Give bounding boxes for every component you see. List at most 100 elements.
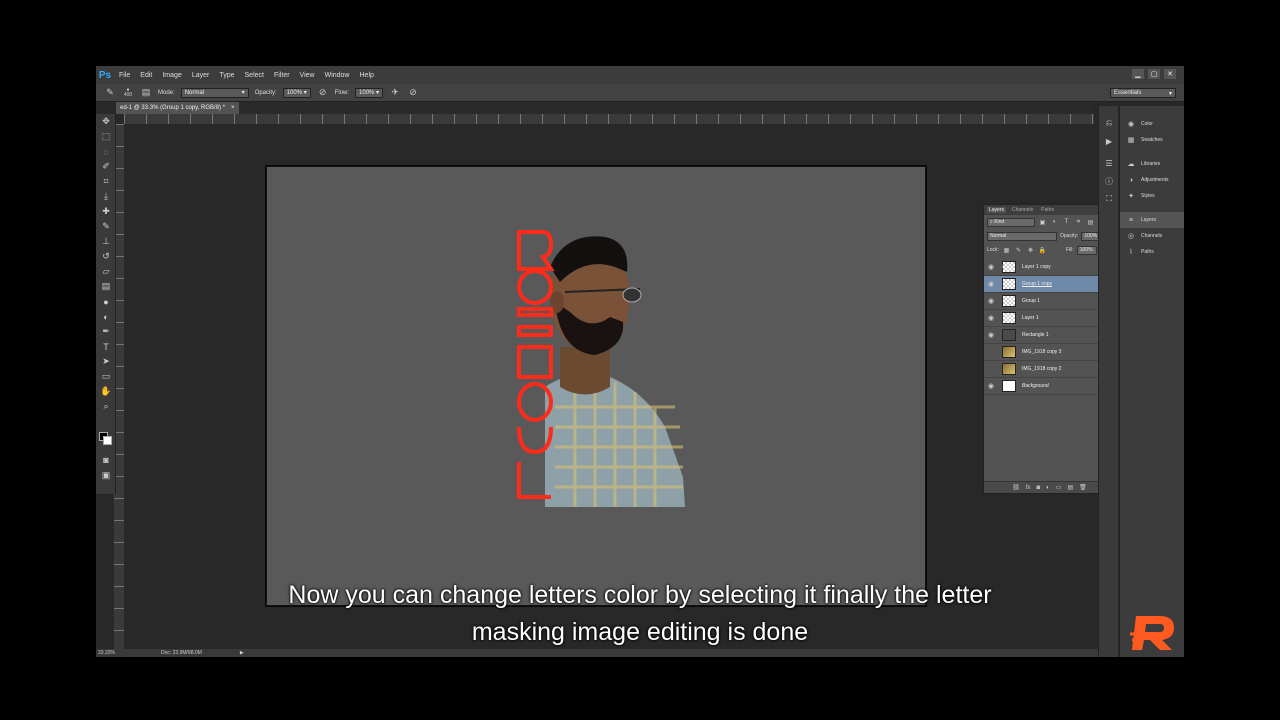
background-color-swatch[interactable] [103,436,112,445]
filter-shape-icon[interactable]: ⌗ [1074,218,1083,227]
zoom-tool-icon[interactable]: ⌕ [96,399,116,414]
airbrush-icon[interactable]: ✈ [389,87,401,99]
brush-tool-icon[interactable]: ✎ [104,87,116,99]
lock-pixels-icon[interactable]: ✎ [1014,246,1023,255]
lock-position-icon[interactable]: ✥ [1026,246,1035,255]
layer-filter-kind-select[interactable]: ⌕ Kind [987,217,1035,227]
menu-view[interactable]: View [295,72,320,79]
filter-smart-object-icon[interactable]: ▤ [1086,218,1095,227]
adjustment-layer-icon[interactable]: ◐ [1046,485,1050,491]
layer-name[interactable]: Layer 1 copy [1022,264,1051,270]
type-tool-icon[interactable]: T [96,339,116,354]
brush-preset-picker[interactable]: ● 400 [122,87,134,99]
blur-tool-icon[interactable]: ● [96,294,116,309]
trash-icon[interactable]: 🗑 [1079,484,1087,491]
eyedropper-tool-icon[interactable]: ⤓ [96,189,116,204]
layer-row[interactable]: ◉ IMG_1918 copy 2 [984,361,1115,378]
layer-thumbnail[interactable] [1002,261,1016,273]
menu-file[interactable]: File [114,72,135,79]
clone-stamp-tool-icon[interactable]: ⊥ [96,234,116,249]
layer-thumbnail[interactable] [1002,295,1016,307]
minimize-button[interactable]: ▁ [1132,69,1144,79]
dock-item-channels[interactable]: ◎ Channels [1120,228,1184,244]
menu-layer[interactable]: Layer [187,72,215,79]
fill-input[interactable]: 100% [1076,245,1097,255]
lasso-tool-icon[interactable]: ◌ [96,144,116,159]
layer-name[interactable]: IMG_1918 copy 3 [1022,349,1061,355]
hand-tool-icon[interactable]: ✋ [96,384,116,399]
layer-row[interactable]: ◉ IMG_1918 copy 3 [984,344,1115,361]
healing-brush-tool-icon[interactable]: ✚ [96,204,116,219]
pen-tool-icon[interactable]: ✒ [96,324,116,339]
link-layers-icon[interactable]: ⛓ [1012,484,1020,491]
lock-all-icon[interactable]: 🔒 [1038,246,1047,255]
visibility-eye-icon[interactable]: ◉ [984,280,998,288]
layer-name[interactable]: Rectangle 1 [1022,332,1049,338]
dock-item-styles[interactable]: ✦ Styles [1120,188,1184,204]
mode-select[interactable]: Normal ▾ [180,87,249,98]
menu-image[interactable]: Image [157,72,186,79]
document-canvas[interactable] [266,166,926,606]
visibility-eye-icon[interactable]: ◉ [984,365,998,373]
info-panel-icon[interactable]: ⓘ [1099,172,1119,190]
dodge-tool-icon[interactable]: ◐ [96,309,116,324]
screen-mode-icon[interactable]: ▣ [96,468,116,483]
menu-filter[interactable]: Filter [269,72,295,79]
blend-mode-select[interactable]: Normal [987,231,1057,241]
close-icon[interactable]: × [231,105,235,111]
visibility-eye-icon[interactable]: ◉ [984,314,998,322]
opacity-input[interactable]: 100% ▾ [282,87,311,98]
new-layer-icon[interactable]: ▤ [1067,484,1073,491]
layer-thumbnail[interactable] [1002,329,1016,341]
brush-tool-icon[interactable]: ✎ [96,219,116,234]
filter-type-icon[interactable]: T [1062,218,1071,227]
zoom-level[interactable]: 33.33% [98,650,115,656]
maximize-button[interactable]: ▢ [1148,69,1160,79]
move-tool-icon[interactable]: ✥ [96,114,116,129]
character-panel-icon[interactable]: ⛶ [1099,190,1119,208]
layer-name[interactable]: Group 1 copy [1022,281,1052,287]
layer-row[interactable]: ◉ Group 1 [984,293,1115,310]
history-brush-tool-icon[interactable]: ↺ [96,249,116,264]
dock-item-layers[interactable]: ≡ Layers [1120,212,1184,228]
visibility-eye-icon[interactable]: ◉ [984,382,998,390]
actions-play-icon[interactable]: ▶ [1099,132,1119,150]
menu-help[interactable]: Help [355,72,379,79]
tab-layers[interactable]: Layers [987,207,1007,213]
layer-style-icon[interactable]: fx [1026,485,1031,491]
visibility-eye-icon[interactable]: ◉ [984,331,998,339]
tab-paths[interactable]: Paths [1039,207,1056,213]
visibility-eye-icon[interactable]: ◉ [984,348,998,356]
layer-name[interactable]: Group 1 [1022,298,1040,304]
path-selection-tool-icon[interactable]: ➤ [96,354,116,369]
menu-window[interactable]: Window [320,72,355,79]
tab-channels[interactable]: Channels [1010,207,1035,213]
layer-name[interactable]: IMG_1918 copy 2 [1022,366,1061,372]
workspace-select[interactable]: Essentials ▾ [1110,88,1176,98]
layer-row[interactable]: ◉Rectangle 1🔒 [984,327,1115,344]
quick-select-tool-icon[interactable]: ✐ [96,159,116,174]
dock-item-libraries[interactable]: ☁ Libraries [1120,156,1184,172]
layer-thumbnail[interactable] [1002,380,1016,392]
horizontal-ruler[interactable] [124,114,1094,124]
layer-thumbnail[interactable] [1002,278,1016,290]
pressure-size-icon[interactable]: ⊘ [407,87,419,99]
layer-thumbnail[interactable] [1002,363,1016,375]
document-tab[interactable]: ed-1 @ 33.3% (Group 1 copy, RGB/8) * × [116,102,239,114]
visibility-eye-icon[interactable]: ◉ [984,263,998,271]
crop-tool-icon[interactable]: ⌗ [96,174,116,189]
layer-row[interactable]: ◉ Layer 1 [984,310,1115,327]
layer-row[interactable]: ◉Background🔒 [984,378,1115,395]
menu-select[interactable]: Select [240,72,269,79]
layer-thumbnail[interactable] [1002,312,1016,324]
close-button[interactable]: ✕ [1164,69,1176,79]
filter-pixel-icon[interactable]: ▣ [1038,218,1047,227]
flow-input[interactable]: 100% ▾ [355,87,384,98]
dock-item-paths[interactable]: ⌇ Paths [1120,244,1184,260]
history-panel-icon[interactable]: ⎌ [1099,114,1119,132]
layer-name[interactable]: Background [1022,383,1049,389]
layer-name[interactable]: Layer 1 [1022,315,1039,321]
layer-row[interactable]: ◉ ↓ Layer 1 copy [984,259,1115,276]
visibility-eye-icon[interactable]: ◉ [984,297,998,305]
rectangle-tool-icon[interactable]: ▭ [96,369,116,384]
